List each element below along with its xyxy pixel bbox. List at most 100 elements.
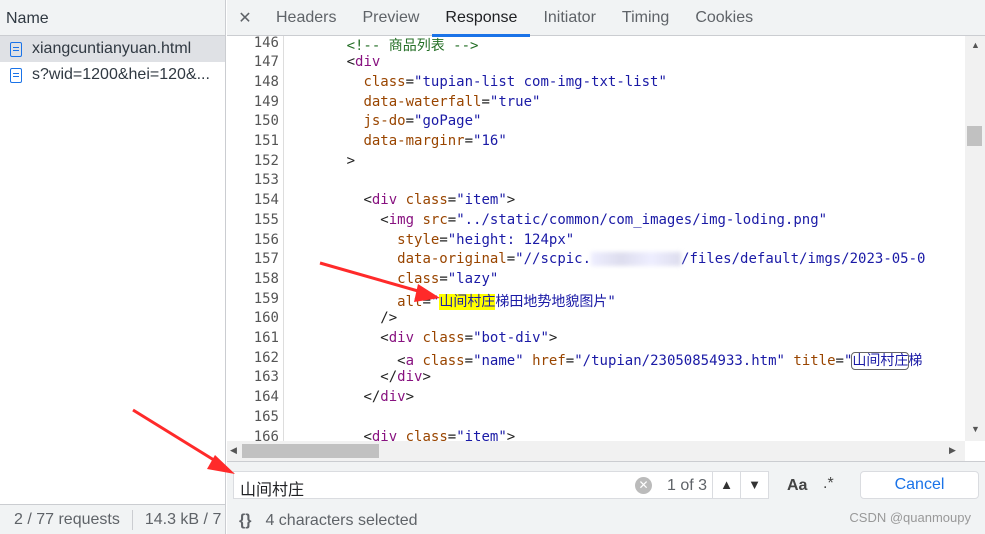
previous-match-button[interactable]: ▲ [712,471,741,499]
line-number: 165 [253,408,279,425]
transfer-size: 14.3 kB / 7 [144,510,222,528]
code-token: "/tupian/23050854933.htm" [574,352,785,369]
tab-initiator[interactable]: Initiator [530,0,608,36]
response-code-viewer[interactable]: 146 147 148 149 150 151 152 153 154 155 156 157 158 1… [227,36,965,441]
code-token: /files/default/imgs/2023-05-0 [681,251,926,268]
code-line: style="height: 124px" [397,232,574,252]
code-token: = [439,231,448,248]
code-token: title [793,352,836,369]
code-token: > [506,428,516,442]
code-token: "//scpic. [515,251,592,268]
request-item[interactable]: xiangcuntianyuan.html [0,36,225,62]
tab-response[interactable]: Response [432,0,531,37]
code-token: > [548,330,558,346]
code-line: <img src="../static/common/com_images/im… [380,212,827,232]
request-item[interactable]: s?wid=1200&hei=120&... [0,62,225,88]
divider [131,509,133,530]
code-token: class [422,330,465,346]
line-number: 166 [253,428,279,442]
code-line: <div class="item"> [363,429,515,442]
request-count: 2 / 77 requests [14,510,120,528]
code-token: = [464,330,474,346]
line-number: 159 [253,290,279,307]
line-number: 164 [253,389,279,406]
code-line: <!-- 商品列表 --> [347,36,479,54]
code-line: js-do="goPage" [363,113,481,133]
code-token: < [363,428,372,442]
scroll-right-icon[interactable]: ▶ [949,445,956,456]
search-match-highlight: 山间村庄 [851,351,910,370]
code-line: class="tupian-list com-img-txt-list" [363,74,666,94]
horizontal-scrollbar[interactable]: ◀ ▶ [227,441,965,461]
line-number: 149 [253,93,279,110]
pretty-print-button[interactable]: {} [239,512,251,530]
code-token: < [346,54,356,71]
code-token: < [380,211,389,228]
code-token: = [439,270,448,287]
code-token: < [397,352,406,369]
code-line: alt="山间村庄梯田地势地貌图片" [397,291,616,311]
tab-preview[interactable]: Preview [349,0,432,36]
scroll-up-icon[interactable]: ▲ [971,40,980,50]
code-token: = [447,428,457,442]
tab-timing[interactable]: Timing [609,0,682,36]
code-token: alt [397,293,423,310]
code-token: < [363,192,372,209]
code-token: /> [380,310,398,327]
line-number: 152 [253,152,279,169]
cancel-button[interactable]: Cancel [860,471,979,499]
search-bar: 山间村庄 ✕ 1 of 3 ▲ ▼ Aa .* Cancel [227,461,985,507]
line-number: 160 [253,310,279,327]
code-line: <div [347,54,381,74]
request-name: xiangcuntianyuan.html [32,40,192,57]
scroll-left-icon[interactable]: ◀ [230,445,237,456]
code-token: > [405,389,415,406]
code-token: < [380,330,389,346]
match-case-button[interactable]: Aa [787,477,807,495]
name-column-header[interactable]: Name [0,0,225,36]
selection-status: 4 characters selected [265,511,418,529]
code-token: style [397,231,440,248]
line-number: 154 [253,192,279,209]
document-icon [10,67,22,83]
line-number: 153 [253,172,279,189]
line-number: 163 [253,369,279,386]
code-token: a [405,352,415,369]
tab-cookies[interactable]: Cookies [682,0,766,36]
regex-button[interactable]: .* [823,475,834,493]
code-token: "tupian-list com-img-txt-list" [414,73,667,90]
scroll-down-icon[interactable]: ▼ [971,424,980,434]
network-status-bar: 2 / 77 requests 14.3 kB / 7 [0,504,225,534]
line-number: 155 [253,211,279,228]
code-token: class [405,428,448,442]
scroll-thumb[interactable] [242,444,379,458]
code-token: = [405,113,415,130]
code-token: "name" [473,352,524,369]
tab-headers[interactable]: Headers [263,0,349,36]
clear-search-icon[interactable]: ✕ [635,477,652,494]
code-token: "item" [456,192,507,209]
code-token: = [447,211,457,228]
code-token: div [371,192,398,209]
code-line: </div> [380,369,431,389]
code-token: href [532,352,566,369]
code-token: > [422,369,431,386]
code-line: <div class="item"> [363,192,515,212]
code-token: class [405,192,448,209]
search-match-highlight: 山间村庄 [439,293,496,310]
code-line: > [347,153,355,173]
code-token: = [481,93,490,110]
next-match-button[interactable]: ▼ [740,471,769,499]
code-token: "height: 124px" [447,231,575,248]
code-token: class [397,270,440,287]
code-token: = [506,251,516,268]
line-number-gutter: 146 147 148 149 150 151 152 153 154 155 156 157 158 1… [227,36,284,441]
close-icon[interactable]: ✕ [227,8,263,28]
code-token: data-original [397,251,507,268]
vertical-scrollbar[interactable]: ▲ ▼ [965,36,985,441]
line-number: 151 [253,133,279,149]
code-line: data-marginr="16" [363,133,506,153]
line-number: 148 [253,73,279,90]
scroll-thumb[interactable] [967,126,982,146]
code-token: "item" [456,428,507,442]
